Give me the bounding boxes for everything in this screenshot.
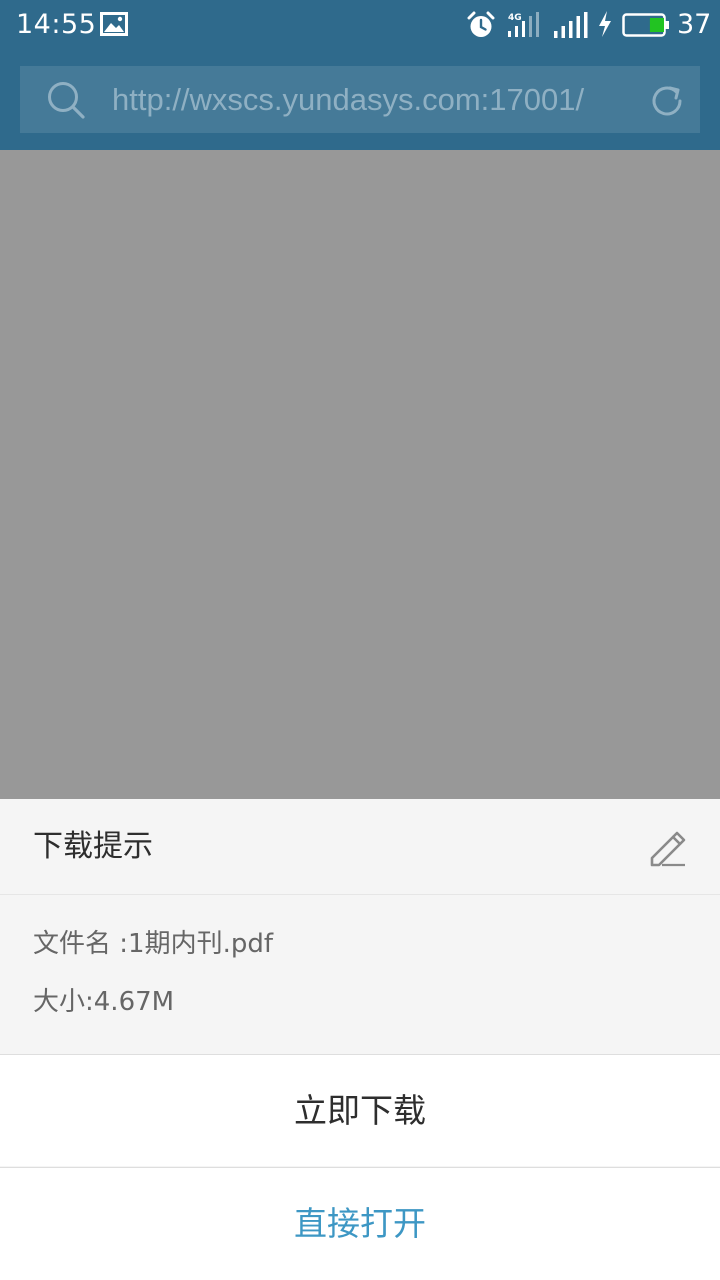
battery-icon <box>622 13 669 37</box>
dialog-title: 下载提示 <box>33 829 153 864</box>
download-now-button[interactable]: 立即下载 <box>0 1054 720 1166</box>
file-name: 文件名 :1期内刊.pdf <box>33 929 273 959</box>
download-dialog: 下载提示 文件名 :1期内刊.pdf 大小:4.67M 立即下载 直接打开 <box>0 799 720 1280</box>
reload-icon[interactable] <box>648 82 686 120</box>
browser-header: 14:55 4G 37 http://wxscs.yundasys.com:17… <box>0 0 720 150</box>
file-size: 大小:4.67M <box>33 987 175 1017</box>
url-bar[interactable]: http://wxscs.yundasys.com:17001/ <box>20 66 700 133</box>
status-bar: 14:55 4G 37 <box>0 0 720 52</box>
network-4g-icon: 4G <box>505 11 543 39</box>
battery-level: 37 <box>677 9 712 40</box>
signal-icon <box>554 12 588 38</box>
gallery-icon <box>100 12 128 36</box>
status-time: 14:55 <box>16 9 97 40</box>
open-directly-button[interactable]: 直接打开 <box>0 1167 720 1280</box>
url-text[interactable]: http://wxscs.yundasys.com:17001/ <box>112 80 624 120</box>
network-type-label: 4G <box>508 13 522 23</box>
charging-icon <box>599 11 611 37</box>
search-icon[interactable] <box>46 80 86 120</box>
page-content-overlay[interactable] <box>0 150 720 799</box>
alarm-icon <box>467 11 495 37</box>
dialog-header: 下载提示 <box>0 799 720 895</box>
edit-icon[interactable] <box>646 827 688 867</box>
